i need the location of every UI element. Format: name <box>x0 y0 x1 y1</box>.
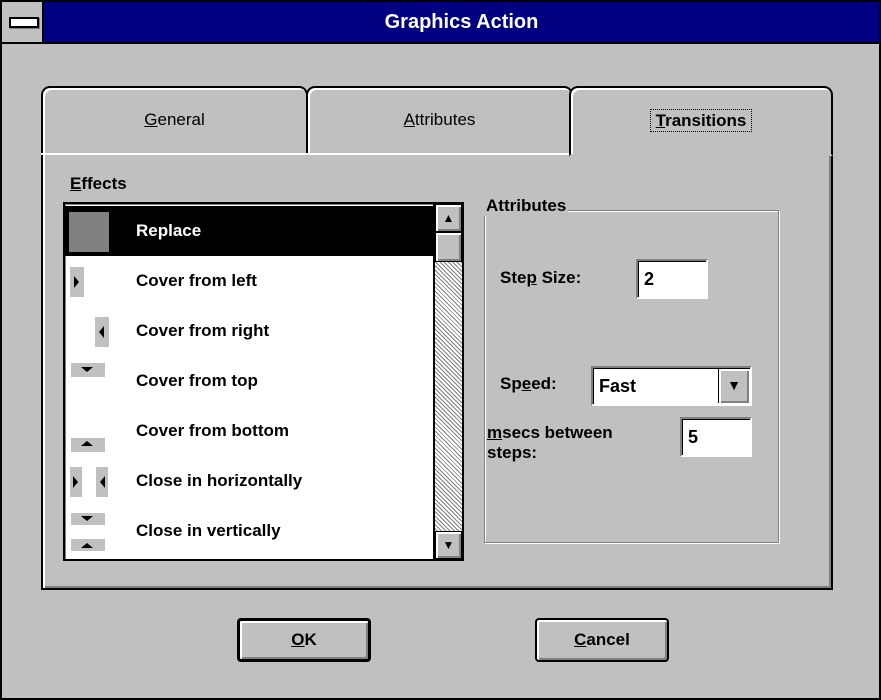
speed-dropdown-button[interactable]: ▼ <box>718 369 749 403</box>
msecs-label: msecs between <box>487 423 613 442</box>
effects-label: Effects <box>70 174 127 193</box>
step-size-label: Step Size: <box>500 268 582 287</box>
list-item-cover-from-left[interactable]: Cover from left <box>65 256 433 306</box>
list-item-close-in-horizontally[interactable]: Close in horizontally <box>65 456 433 506</box>
msecs-input[interactable]: 5 <box>680 417 752 457</box>
cover-top-icon <box>69 362 109 402</box>
panel-top-edge <box>41 153 571 155</box>
replace-icon <box>69 212 109 252</box>
speed-label: Speed: <box>500 374 557 393</box>
list-item-cover-from-bottom[interactable]: Cover from bottom <box>65 406 433 456</box>
title-bar: Graphics Action <box>2 2 879 44</box>
list-item-cover-from-top[interactable]: Cover from top <box>65 356 433 406</box>
effects-scrollbar[interactable]: ▲ ▼ <box>433 204 462 559</box>
arrow-down-icon: ▼ <box>442 538 455 552</box>
attributes-group-title: Attributes <box>484 196 569 216</box>
tab-transitions-label: Transitions <box>649 109 753 132</box>
tab-transitions[interactable]: Transitions <box>569 86 833 156</box>
scroll-down-button[interactable]: ▼ <box>435 531 462 559</box>
step-size-input[interactable]: 2 <box>636 259 708 299</box>
close-horizontal-icon <box>69 462 109 502</box>
msecs-label-line2: steps: <box>487 443 538 462</box>
cover-right-icon <box>69 312 109 352</box>
tab-general[interactable]: General <box>41 86 308 154</box>
list-item-cover-from-right[interactable]: Cover from right <box>65 306 433 356</box>
speed-value: Fast <box>599 376 637 396</box>
cancel-button[interactable]: Cancel <box>535 618 669 662</box>
speed-select[interactable]: Fast ▼ <box>591 366 752 406</box>
arrow-up-icon: ▲ <box>442 211 455 225</box>
tab-attributes[interactable]: Attributes <box>306 86 573 154</box>
scroll-thumb[interactable] <box>435 232 462 262</box>
close-vertical-icon <box>69 512 109 552</box>
cover-left-icon <box>69 262 109 302</box>
ok-button[interactable]: OK <box>237 618 371 662</box>
system-menu-icon <box>9 17 39 28</box>
system-menu-button[interactable] <box>2 2 44 42</box>
scroll-up-button[interactable]: ▲ <box>435 204 462 232</box>
chevron-down-icon: ▼ <box>727 377 741 393</box>
list-item-replace[interactable]: Replace <box>65 206 433 256</box>
cover-bottom-icon <box>69 412 109 452</box>
window-title: Graphics Action <box>384 11 539 33</box>
list-item-close-in-vertically[interactable]: Close in vertically <box>65 506 433 556</box>
effects-listbox[interactable]: Replace Cover from left Cover from right… <box>63 202 464 561</box>
